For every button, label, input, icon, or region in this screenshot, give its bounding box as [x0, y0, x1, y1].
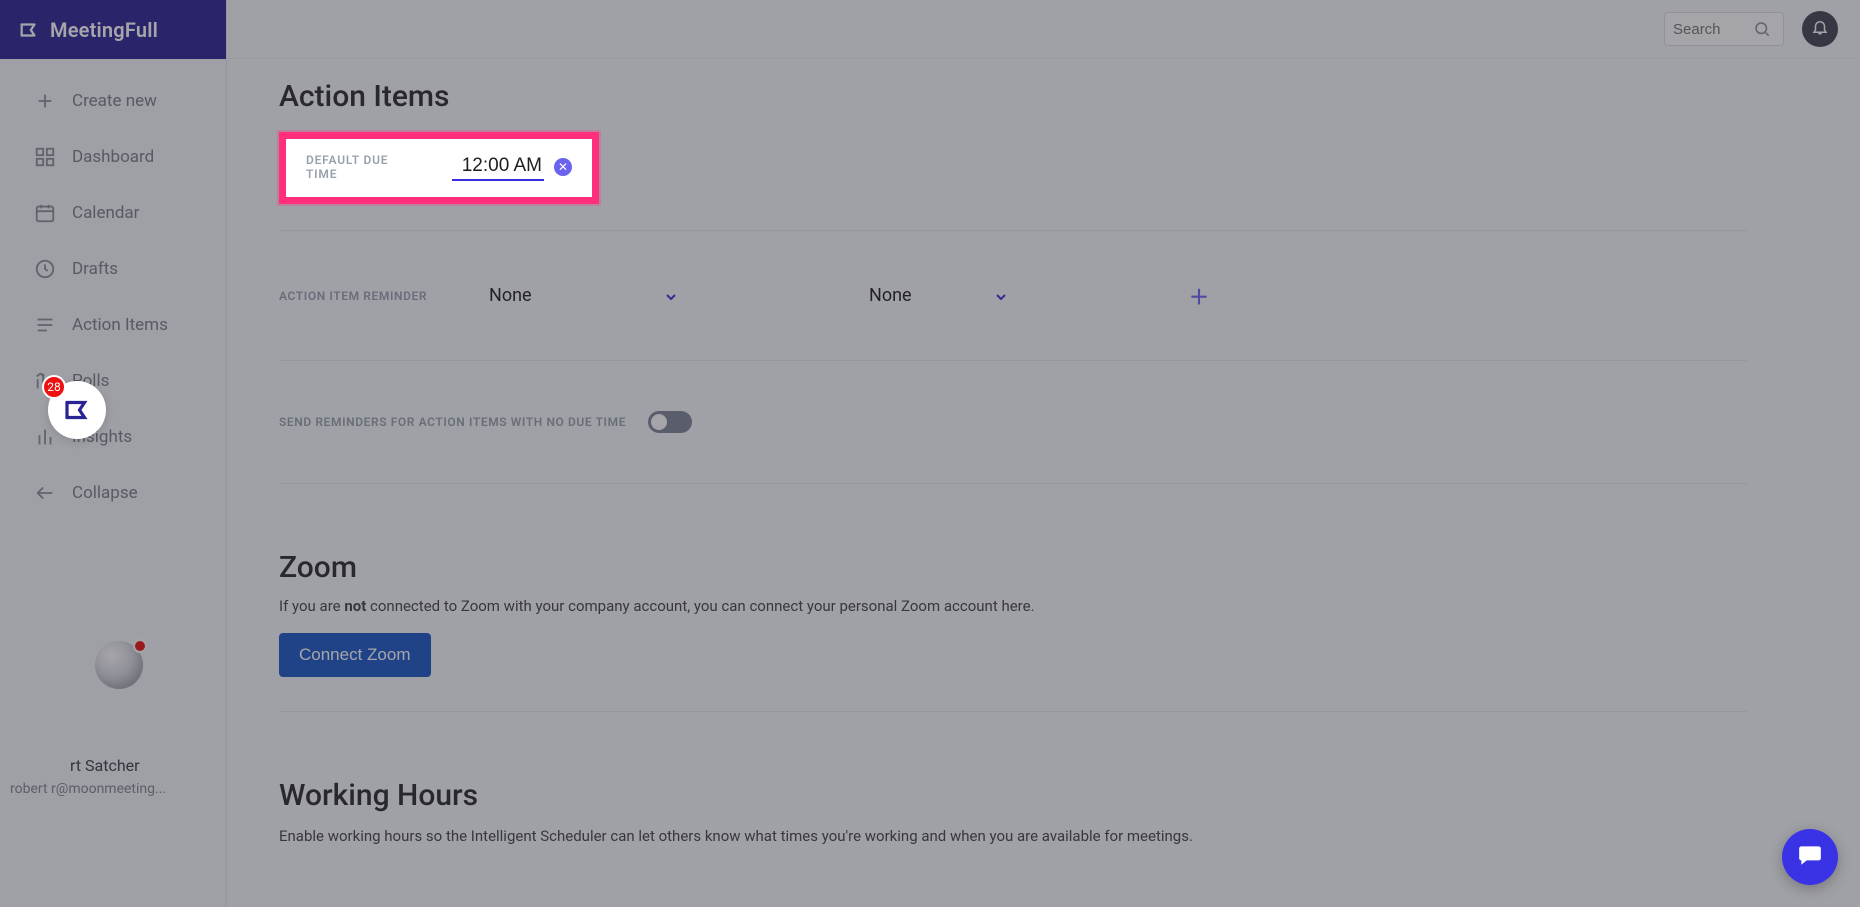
sidebar-item-label: Dashboard [72, 147, 154, 167]
sidebar-item-drafts[interactable]: Drafts [0, 241, 226, 297]
zoom-desc-pre: If you are [279, 597, 344, 615]
plus-icon [34, 90, 56, 112]
chevron-down-icon [993, 289, 1009, 309]
brand-logo-icon [18, 19, 40, 41]
clear-time-button[interactable]: ✕ [554, 158, 572, 176]
plus-icon: ＋ [1189, 285, 1209, 309]
launcher-badge: 28 [42, 375, 66, 399]
insights-icon [34, 426, 56, 448]
main: Action Items DEFAULT DUE TIME ✕ ACTION I… [227, 59, 1860, 907]
toggle-knob-icon [651, 414, 667, 430]
sidebar-item-label: Action Items [72, 315, 168, 335]
notifications-button[interactable] [1802, 11, 1838, 47]
launcher-bubble[interactable]: 28 [48, 381, 106, 439]
sidebar-item-action-items[interactable]: Action Items [0, 297, 226, 353]
user-name: rt Satcher [70, 756, 166, 775]
sidebar-item-create-new[interactable]: Create new [0, 73, 226, 129]
user-block[interactable]: rt Satcher robert r@moonmeeting... [10, 756, 166, 797]
send-reminders-label: SEND REMINDERS FOR ACTION ITEMS WITH NO … [279, 415, 626, 429]
default-due-time-label: DEFAULT DUE TIME [306, 153, 406, 181]
notification-orb[interactable] [95, 641, 143, 689]
send-reminders-row: SEND REMINDERS FOR ACTION ITEMS WITH NO … [279, 387, 1747, 457]
search-input[interactable] [1673, 21, 1753, 38]
clock-icon [34, 258, 56, 280]
zoom-desc-post: connected to Zoom with your company acco… [366, 597, 1034, 615]
reminder-label: ACTION ITEM REMINDER [279, 289, 449, 303]
reminder-select-1[interactable]: None [489, 285, 679, 306]
connect-zoom-button[interactable]: Connect Zoom [279, 633, 431, 677]
section-title-action-items: Action Items [279, 79, 1747, 114]
send-reminders-toggle[interactable] [648, 411, 692, 433]
sidebar-item-calendar[interactable]: Calendar [0, 185, 226, 241]
reminder-value-2: None [869, 285, 912, 306]
search-icon [1753, 20, 1771, 38]
zoom-desc-bold: not [344, 597, 366, 615]
close-icon: ✕ [558, 160, 568, 174]
chat-icon [1797, 842, 1823, 872]
section-title-working-hours: Working Hours [279, 778, 1747, 813]
chevron-down-icon [663, 289, 679, 309]
sidebar-nav: Create new Dashboard Calendar Drafts Act… [0, 59, 226, 521]
add-reminder-button[interactable]: ＋ [1189, 281, 1209, 310]
sidebar-item-label: Collapse [72, 483, 138, 503]
list-icon [34, 314, 56, 336]
sidebar: MeetingFull Create new Dashboard Calenda… [0, 0, 227, 907]
zoom-description: If you are not connected to Zoom with yo… [279, 597, 1747, 615]
bell-icon [1811, 18, 1829, 40]
working-hours-description: Enable working hours so the Intelligent … [279, 827, 1747, 845]
user-email: robert r@moonmeeting... [10, 781, 166, 797]
reminder-value-1: None [489, 285, 532, 306]
reminder-select-2[interactable]: None [869, 285, 1009, 306]
dashboard-icon [34, 146, 56, 168]
sidebar-item-polls[interactable]: Polls [0, 353, 226, 409]
sidebar-item-label: Drafts [72, 259, 118, 279]
default-due-time-input[interactable] [452, 153, 544, 181]
brand[interactable]: MeetingFull [0, 0, 226, 59]
topbar [227, 0, 1860, 59]
brand-glyph-icon [62, 395, 92, 425]
sidebar-item-insights[interactable]: Insights [0, 409, 226, 465]
chat-fab[interactable] [1782, 829, 1838, 885]
brand-name: MeetingFull [50, 18, 158, 42]
calendar-icon [34, 202, 56, 224]
sidebar-item-label: Create new [72, 91, 157, 111]
sidebar-item-label: Calendar [72, 203, 139, 223]
search-box[interactable] [1664, 12, 1784, 46]
sidebar-item-dashboard[interactable]: Dashboard [0, 129, 226, 185]
arrow-left-icon [34, 482, 56, 504]
default-due-time-box: DEFAULT DUE TIME ✕ [279, 132, 599, 204]
sidebar-item-collapse[interactable]: Collapse [0, 465, 226, 521]
reminder-row: ACTION ITEM REMINDER None None ＋ [279, 257, 1747, 334]
notification-dot-icon [133, 639, 147, 653]
section-title-zoom: Zoom [279, 550, 1747, 585]
